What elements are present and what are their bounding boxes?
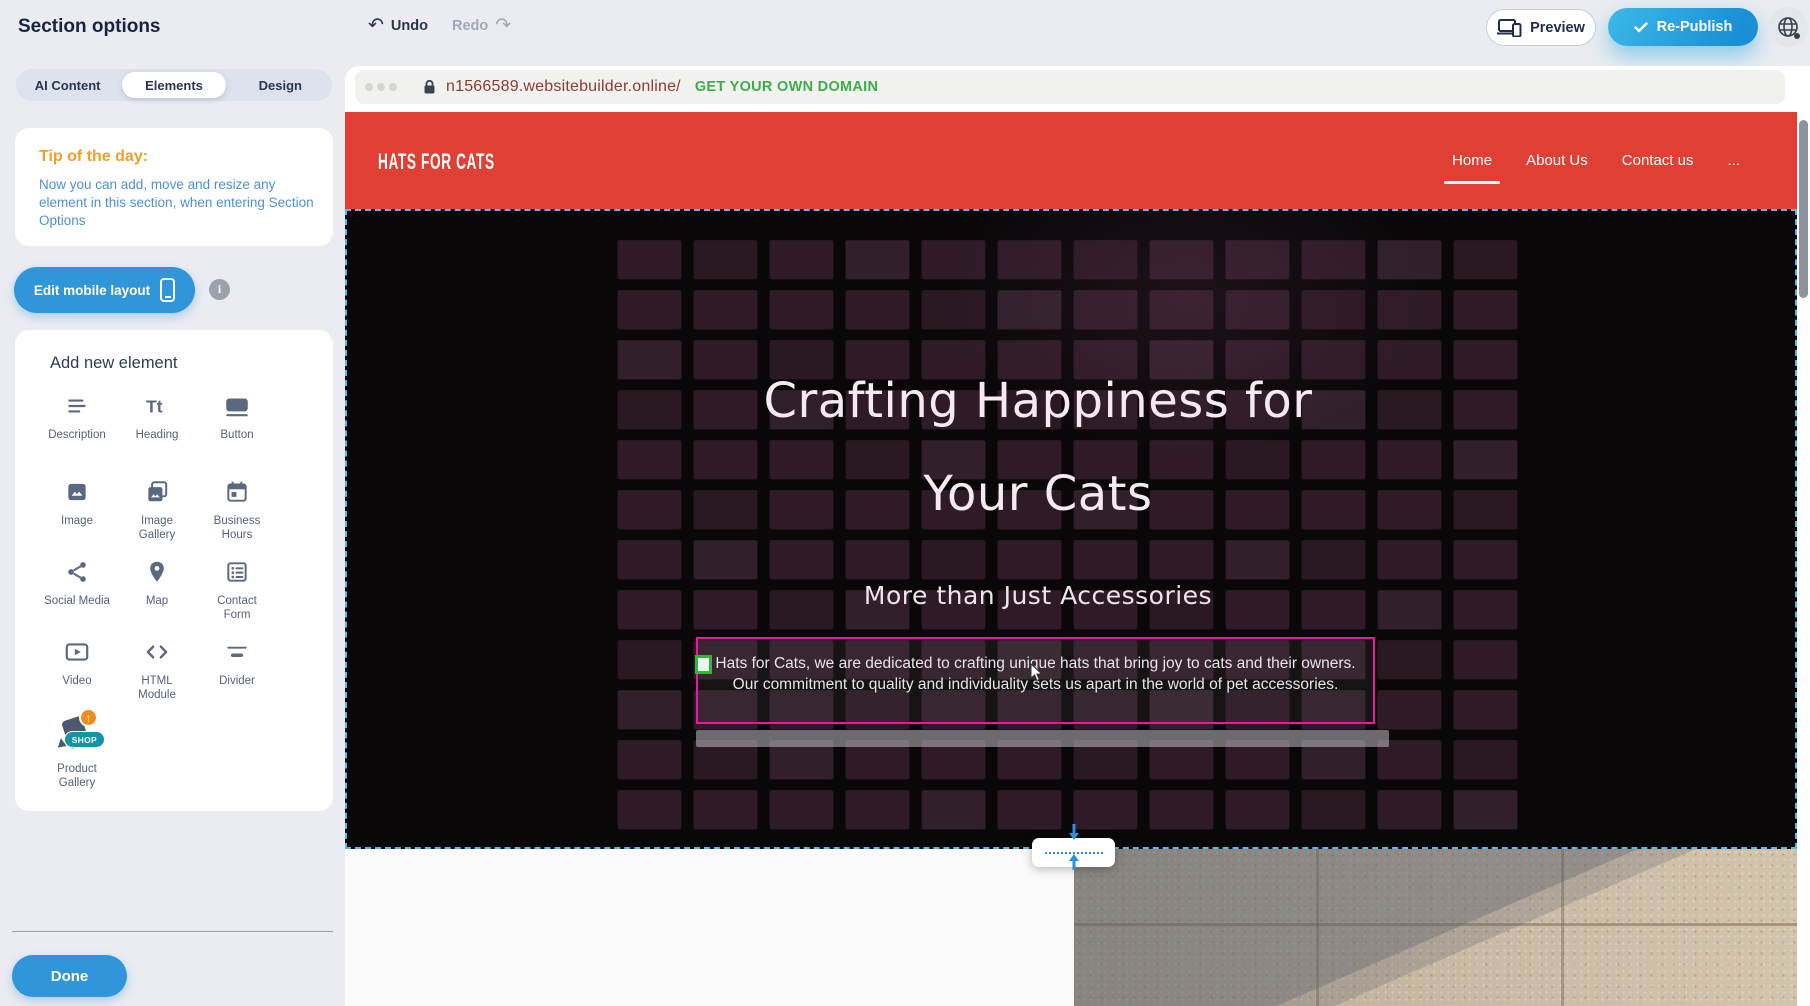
tab-ai-content[interactable]: AI Content <box>16 72 119 98</box>
product-gallery-icon: ↑ SHOP <box>53 710 101 758</box>
html-module-icon <box>143 634 171 670</box>
page-scrollbar <box>1797 66 1810 1006</box>
preview-label: Preview <box>1530 20 1585 36</box>
description-icon <box>64 388 90 424</box>
add-element-social-media[interactable]: Social Media <box>37 554 117 634</box>
redo-button[interactable]: Redo ↷ <box>452 16 511 35</box>
nav-item-contact-us[interactable]: Contact us <box>1620 146 1696 175</box>
check-icon <box>1634 22 1648 33</box>
add-element-description[interactable]: Description <box>37 388 117 474</box>
add-element-title: Add new element <box>50 354 178 373</box>
undo-button[interactable]: ↶ Undo <box>368 16 428 35</box>
info-icon[interactable]: i <box>209 279 230 300</box>
redo-icon: ↷ <box>495 16 511 35</box>
mobile-phone-icon <box>160 278 175 302</box>
upgrade-arrow-badge: ↑ <box>79 708 98 727</box>
edit-mobile-layout-button[interactable]: Edit mobile layout <box>14 267 195 313</box>
heading-icon: Tt <box>144 388 170 424</box>
tab-design[interactable]: Design <box>229 72 332 98</box>
divider-icon <box>224 634 250 670</box>
browser-preview-window: n1566589.websitebuilder.online/ GET YOUR… <box>345 66 1797 1006</box>
edit-mobile-label: Edit mobile layout <box>34 283 150 298</box>
get-your-own-domain-link[interactable]: GET YOUR OWN DOMAIN <box>695 79 878 95</box>
add-element-image[interactable]: Image <box>37 474 117 554</box>
site-url[interactable]: n1566589.websitebuilder.online/ <box>446 78 681 96</box>
contact-form-icon <box>224 554 250 590</box>
resize-arrow-up-icon <box>1067 852 1081 875</box>
undo-icon: ↶ <box>368 16 384 35</box>
image-gallery-icon <box>144 474 170 510</box>
add-element-card: Add new element Description Tt Heading B… <box>15 330 333 811</box>
add-element-html-module[interactable]: HTML Module <box>117 634 197 710</box>
map-pin-icon <box>144 554 170 590</box>
scrollbar-thumb[interactable] <box>1799 120 1808 298</box>
tip-of-the-day-card: Tip of the day: Now you can add, move an… <box>15 128 333 246</box>
element-hover-ghost <box>696 730 1389 747</box>
panel-tabs: AI Content Elements Design <box>16 69 332 101</box>
republish-button[interactable]: Re-Publish <box>1608 8 1758 46</box>
button-icon <box>223 388 251 424</box>
add-element-map[interactable]: Map <box>117 554 197 634</box>
add-element-button[interactable]: Button <box>197 388 277 474</box>
add-element-heading[interactable]: Tt Heading <box>117 388 197 474</box>
section-options-panel: Section options AI Content Elements Desi… <box>0 0 345 1006</box>
page-title: Section options <box>18 16 161 38</box>
tip-title: Tip of the day: <box>39 148 148 166</box>
hero-heading[interactable]: Crafting Happiness for Your Cats <box>688 355 1388 541</box>
site-logo[interactable]: HATS FOR CATS <box>378 149 495 175</box>
nav-item-home[interactable]: Home <box>1450 146 1494 175</box>
nav-item-about-us[interactable]: About Us <box>1524 146 1590 175</box>
add-element-contact-form[interactable]: Contact Form <box>197 554 277 634</box>
devices-icon <box>1497 18 1522 37</box>
language-globe-button[interactable] <box>1768 7 1808 47</box>
video-icon <box>63 634 91 670</box>
site-viewport: HATS FOR CATS Home About Us Contact us .… <box>345 112 1797 1006</box>
social-media-icon <box>64 554 90 590</box>
add-element-divider[interactable]: Divider <box>197 634 277 710</box>
undo-label: Undo <box>391 18 428 34</box>
image-icon <box>64 474 90 510</box>
panel-divider <box>12 931 333 932</box>
add-element-product-gallery[interactable]: ↑ SHOP Product Gallery <box>37 710 117 790</box>
hero-subheading[interactable]: More than Just Accessories <box>688 581 1388 610</box>
floor-photo <box>1074 849 1797 1006</box>
done-button[interactable]: Done <box>12 955 127 997</box>
business-hours-icon <box>224 474 250 510</box>
add-element-image-gallery[interactable]: Image Gallery <box>117 474 197 554</box>
preview-button[interactable]: Preview <box>1486 9 1596 46</box>
element-drag-handle[interactable] <box>695 655 712 674</box>
browser-traffic-dots <box>365 83 397 91</box>
globe-badge-dot <box>1794 33 1800 39</box>
hero-section-selected[interactable]: Crafting Happiness for Your Cats More th… <box>345 209 1797 849</box>
redo-label: Redo <box>452 18 488 34</box>
add-element-video[interactable]: Video <box>37 634 117 710</box>
site-nav: Home About Us Contact us ... <box>1450 112 1742 209</box>
add-element-grid: Description Tt Heading Button Image <box>37 388 287 790</box>
add-element-business-hours[interactable]: Business Hours <box>197 474 277 554</box>
browser-address-bar: n1566589.websitebuilder.online/ GET YOUR… <box>355 70 1785 104</box>
lock-icon <box>423 79 436 95</box>
republish-label: Re-Publish <box>1657 19 1733 35</box>
resize-arrow-down-icon <box>1067 824 1081 847</box>
svg-text:Tt: Tt <box>146 397 163 417</box>
site-header: HATS FOR CATS Home About Us Contact us .… <box>345 112 1797 209</box>
tip-body: Now you can add, move and resize any ele… <box>39 176 318 230</box>
nav-item-more[interactable]: ... <box>1725 146 1742 175</box>
mouse-cursor <box>1030 663 1044 688</box>
shop-badge: SHOP <box>64 731 105 748</box>
tab-elements[interactable]: Elements <box>122 72 225 98</box>
